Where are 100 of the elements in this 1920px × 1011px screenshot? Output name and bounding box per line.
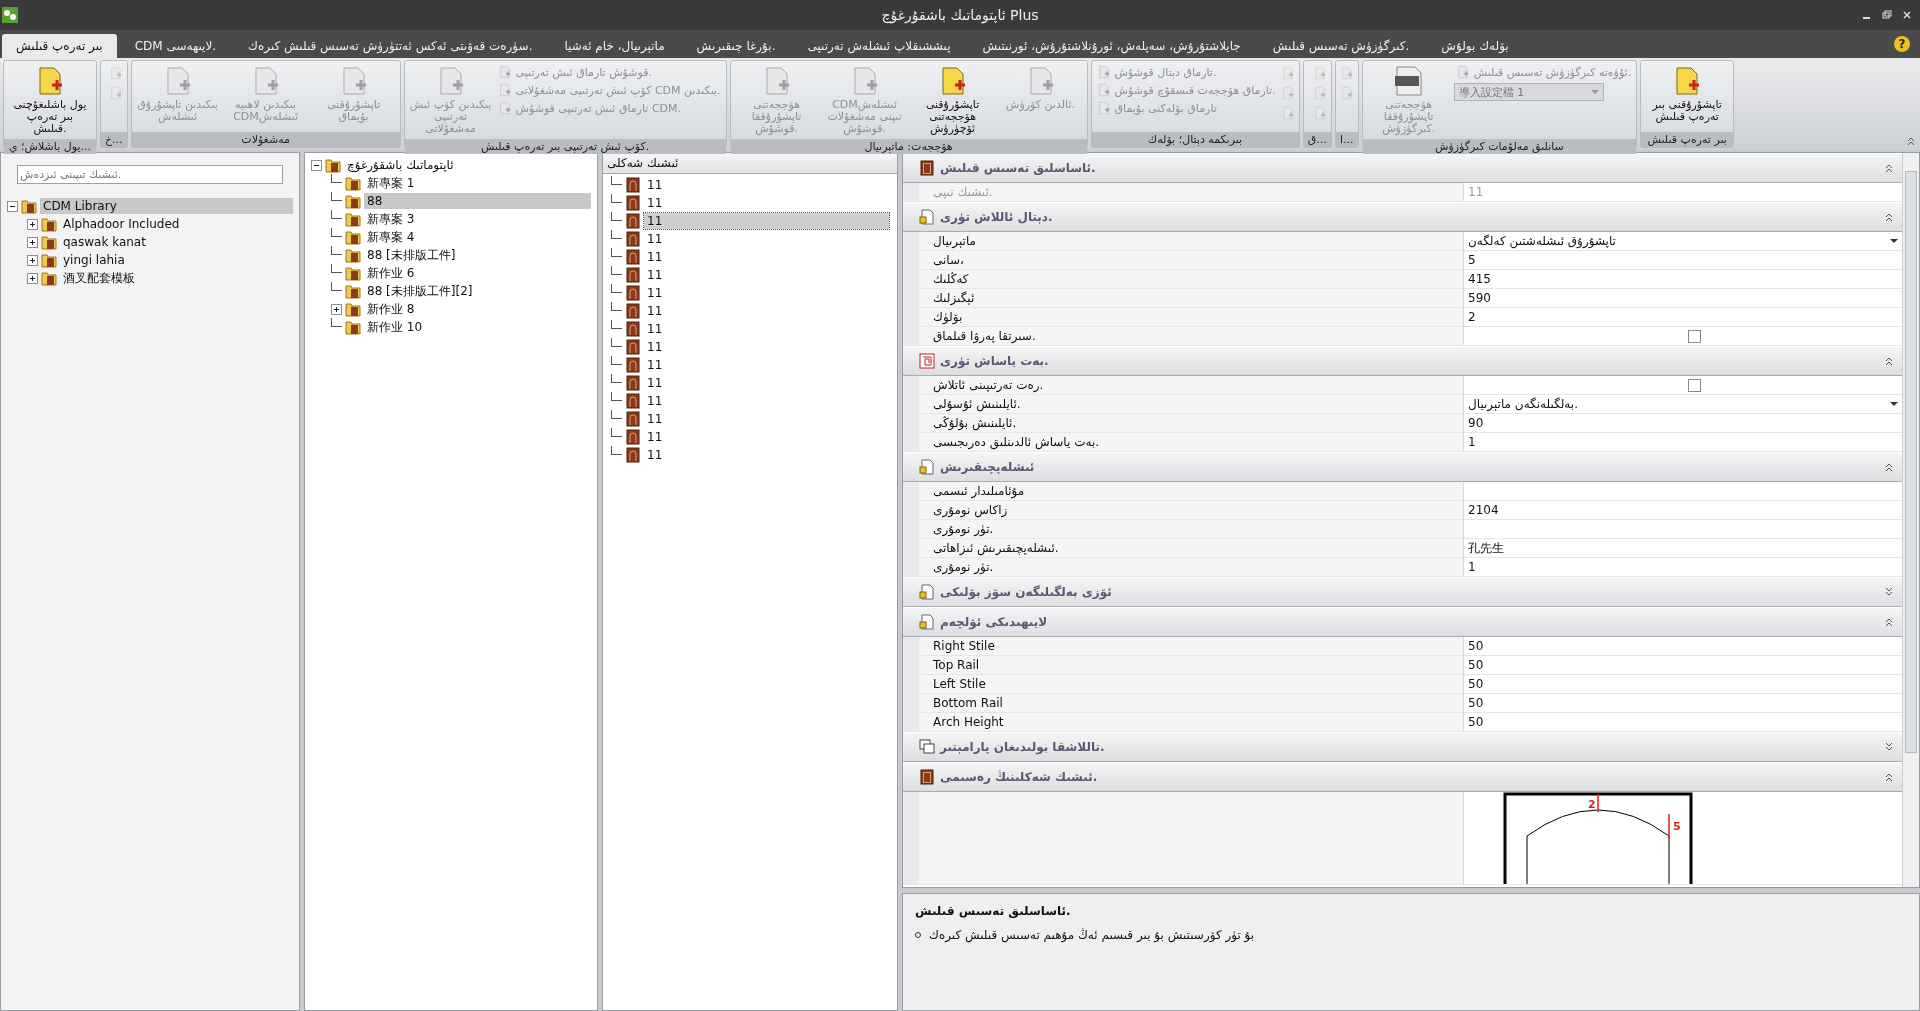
group-label: خ... <box>101 132 127 147</box>
folder-door-icon <box>345 283 361 299</box>
tree-item[interactable]: Alphadoor Included <box>60 216 183 232</box>
ribbon-button[interactable]: يول باشلىغۇچنى بىر تەرەپ قىلىش. <box>7 63 93 137</box>
door-item[interactable]: 11 <box>644 429 666 445</box>
door-item[interactable]: 11 <box>644 195 666 211</box>
tree-item[interactable]: 新作业 8 <box>364 301 418 317</box>
door-item[interactable]: 11 <box>644 339 666 355</box>
door-item[interactable]: 11 <box>644 177 666 193</box>
folder-door-icon <box>345 301 361 317</box>
group-label: سانلىق مەلۇمات كىرگۈزۈش <box>1362 139 1637 154</box>
caret-icon <box>1590 90 1599 94</box>
property-value[interactable]: 415 <box>1468 272 1898 286</box>
section-header[interactable]: دېتال ئاللاش تۈرى. <box>903 202 1902 232</box>
folder-door-icon <box>345 265 361 281</box>
ribbon-tab[interactable]: سۈرەت قەۋىتى ئەكس ئەتتۈرۈش تەسىس قىلىش كىرەك. <box>234 34 547 58</box>
property-value[interactable]: 50 <box>1468 715 1898 729</box>
property-label: ئايلىنىش ئۇسۇلى. <box>919 395 1464 413</box>
tree-item[interactable]: 88 [未排版工件] <box>364 247 459 263</box>
checkbox[interactable] <box>1688 329 1701 343</box>
ribbon-tab[interactable]: جايلاشتۇرۇش، سەپلەش، ئورۇنلاشتۇرۇش، ئورنىتىش <box>968 34 1255 58</box>
expand-toggle[interactable] <box>331 303 342 315</box>
property-label: ماتېرىيال <box>919 232 1464 250</box>
door-item[interactable]: 11 <box>644 447 666 463</box>
section-header[interactable]: لايىھىدىكى ئۆلچەم <box>903 607 1902 637</box>
door-icon <box>625 303 641 319</box>
collapse-icon <box>1884 163 1894 173</box>
section-header[interactable]: ئىشىك شەكلىنىڭ رەسىمى. <box>903 762 1902 792</box>
property-value[interactable]: 2 <box>1468 310 1898 324</box>
tree-item[interactable]: 新專案 4 <box>364 229 418 245</box>
tree-item[interactable]: 酒叉配套模板 <box>60 270 138 286</box>
ribbon-tab[interactable]: پىششىقلاپ ئىشلەش تەرتىپى <box>793 34 965 58</box>
tree-item[interactable]: 新專案 1 <box>364 175 418 191</box>
collapse-ribbon-icon[interactable] <box>1906 136 1916 146</box>
door-item[interactable]: 11 <box>644 303 666 319</box>
property-value[interactable]: 孔先生 <box>1468 539 1898 557</box>
expand-toggle[interactable] <box>27 254 38 266</box>
door-item[interactable]: 11 <box>644 393 666 409</box>
ribbon-tab[interactable]: كىرگۈزۈش تەسىس قىلىش. <box>1258 34 1424 58</box>
expand-toggle[interactable] <box>27 272 38 284</box>
property-dropdown[interactable]: بەلگىلەنگەن ماتېرىيال. <box>1468 397 1890 411</box>
tree-item[interactable]: yingi lahia <box>60 252 128 268</box>
door-item[interactable]: 11 <box>644 231 666 247</box>
property-label: ئىشلەپچىقىرىش ئىزاھاتى. <box>919 539 1464 557</box>
folder-door-icon <box>325 157 341 173</box>
section-header[interactable]: ئۆزى بەلگىلىگەن سۆز بۆلىكى <box>903 577 1902 607</box>
property-value[interactable]: 1 <box>1468 435 1898 449</box>
tree-item[interactable]: 88 [未排版工件][2] <box>364 283 476 299</box>
ribbon-tab[interactable]: بۆلەك بولۇش <box>1427 34 1523 58</box>
property-value[interactable]: 50 <box>1468 696 1898 710</box>
group-label: بىر تەرەپ قىلىش <box>1641 132 1734 147</box>
door-item[interactable]: 11 <box>644 285 666 301</box>
tree-item[interactable]: 新作业 10 <box>364 319 426 335</box>
ribbon-button[interactable]: تاپشۇرۇقنى بىر تەرەپ قىلىش <box>1644 63 1731 125</box>
collapse-toggle[interactable] <box>7 200 18 212</box>
section-header[interactable]: تاللاشقا بولىدىغان پارامېتىر. <box>903 732 1902 762</box>
door-item[interactable]: 11 <box>644 213 889 229</box>
property-dropdown[interactable]: تاپشۇرۇق ئىشلەشتىن كەلگەن <box>1468 234 1890 248</box>
checkbox[interactable] <box>1688 378 1701 392</box>
property-value[interactable]: 5 <box>1468 253 1898 267</box>
tree-item[interactable]: 新專案 3 <box>364 211 418 227</box>
close-icon[interactable] <box>1902 10 1912 20</box>
door-icon <box>625 231 641 247</box>
tree-item[interactable]: qaswak kanat <box>60 234 149 250</box>
property-value[interactable]: 590 <box>1468 291 1898 305</box>
ribbon-tab[interactable]: ماتېرىيال، خام ئەشيا <box>550 34 679 58</box>
door-item[interactable]: 11 <box>644 267 666 283</box>
section-header[interactable]: ئاساسلىق تەسىس قىلىش. <box>903 153 1902 183</box>
door-icon <box>625 375 641 391</box>
tree-item[interactable]: CDM Library <box>40 198 293 214</box>
tree-item[interactable]: 88 <box>364 193 591 209</box>
property-value[interactable]: 50 <box>1468 639 1898 653</box>
search-field[interactable]: ئىشىك تىپىنى ئىزدەش. <box>17 165 283 184</box>
section-header[interactable]: ئىشلەپچىقىرىش <box>903 452 1902 482</box>
door-item[interactable]: 11 <box>644 321 666 337</box>
help-button[interactable]: ? <box>1894 36 1910 52</box>
property-value[interactable]: 50 <box>1468 677 1898 691</box>
property-value[interactable]: 1 <box>1468 560 1898 574</box>
scrollbar[interactable] <box>1902 153 1919 887</box>
ribbon-tab[interactable]: CDM لايىھەسى. <box>120 34 231 58</box>
door-item[interactable]: 11 <box>644 357 666 373</box>
ribbon-button[interactable]: تاپشۇرۇقنى ھۆججەتنى ئۆچۈرۈش <box>909 63 996 137</box>
property-label: تۈر نومۇرى. <box>919 520 1464 538</box>
door-item[interactable]: 11 <box>644 411 666 427</box>
folder-door-icon <box>345 175 361 191</box>
tree-item[interactable]: ئاپتوماتىك باشقۇرغۇچ <box>344 157 457 173</box>
door-item[interactable]: 11 <box>644 375 666 391</box>
ribbon-tab[interactable]: بىر تەرەپ قىلىش <box>2 34 117 58</box>
expand-toggle[interactable] <box>27 236 38 248</box>
expand-toggle[interactable] <box>27 218 38 230</box>
property-value[interactable]: 90 <box>1468 416 1898 430</box>
ribbon-tab[interactable]: بۇرغا چىقىرىش. <box>682 34 790 58</box>
property-value[interactable]: 2104 <box>1468 503 1898 517</box>
section-header[interactable]: بەت ياساش تۈرى. <box>903 346 1902 376</box>
restore-icon[interactable] <box>1882 10 1892 20</box>
csv-file-icon <box>1392 65 1425 97</box>
collapse-toggle[interactable] <box>311 159 322 171</box>
property-value[interactable]: 50 <box>1468 658 1898 672</box>
door-item[interactable]: 11 <box>644 249 666 265</box>
tree-item[interactable]: 新作业 6 <box>364 265 418 281</box>
